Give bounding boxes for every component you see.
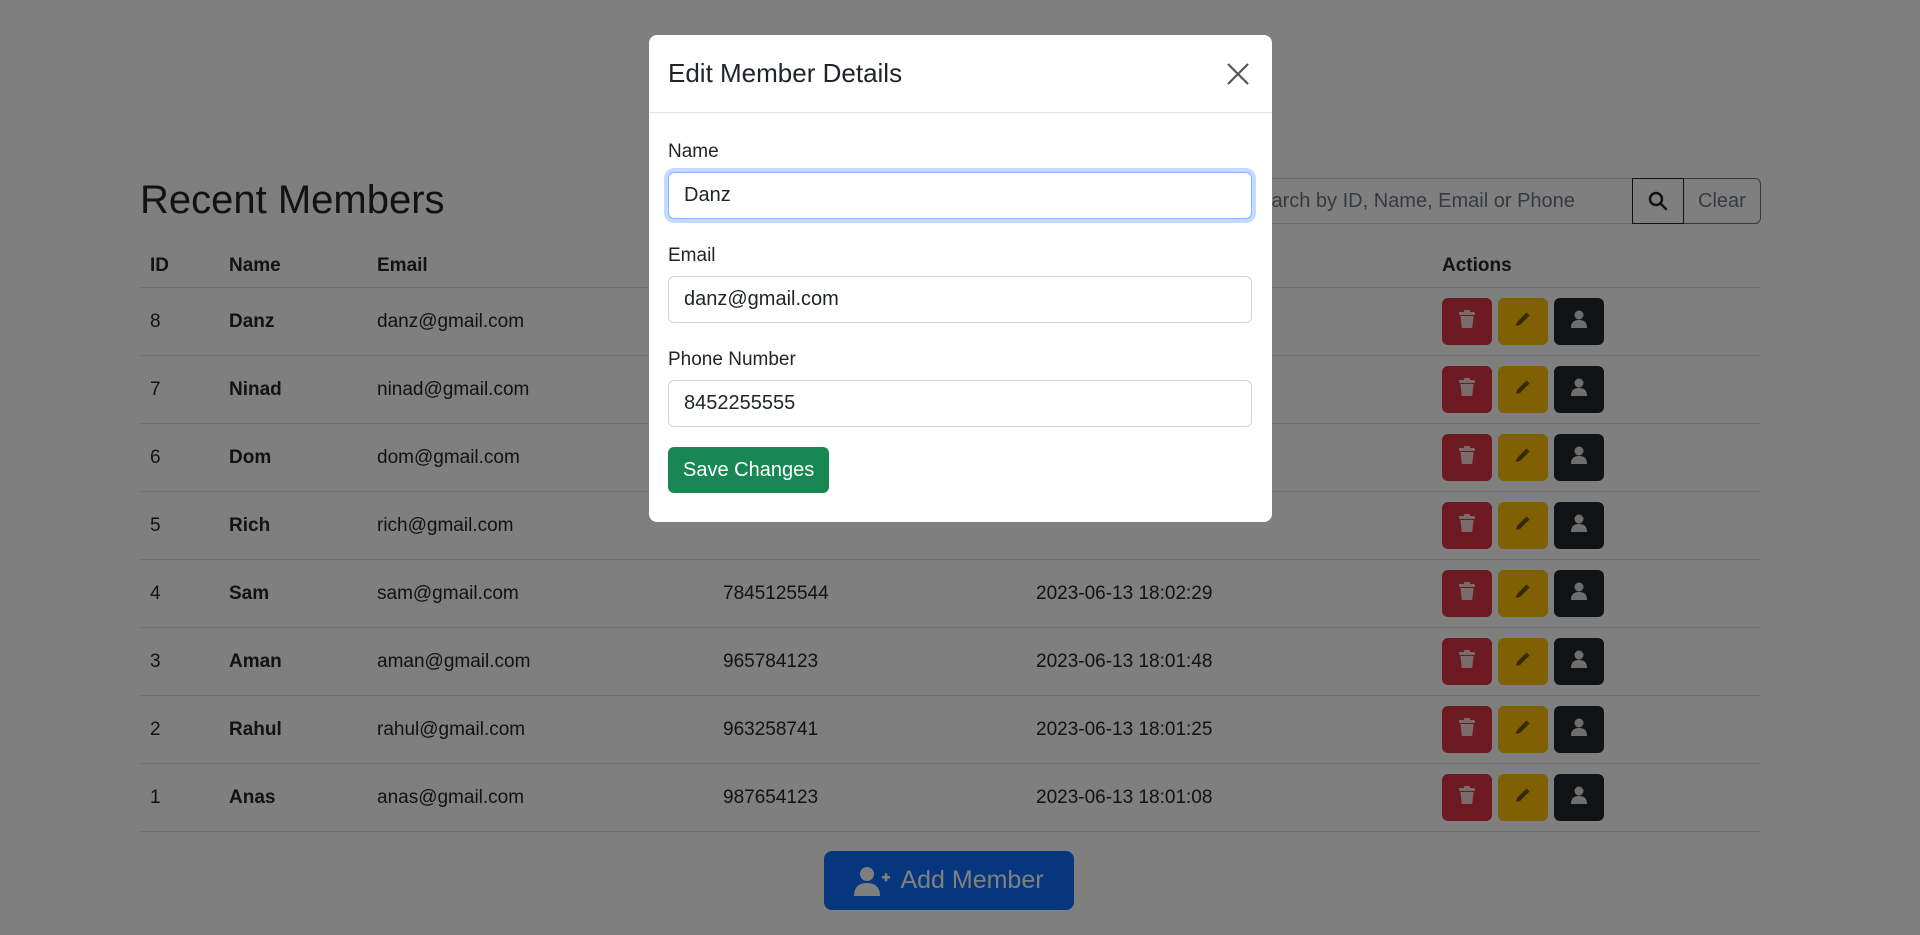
modal-title: Edit Member Details <box>668 58 903 88</box>
name-field[interactable] <box>668 172 1252 219</box>
modal-body: Name Email Phone Number Save Changes <box>649 141 1272 493</box>
email-field[interactable] <box>668 276 1252 323</box>
close-button[interactable] <box>1223 59 1253 89</box>
phone-label: Phone Number <box>668 349 796 370</box>
modal-header: Edit Member Details <box>649 35 1272 113</box>
name-label: Name <box>668 141 719 162</box>
save-changes-button[interactable]: Save Changes <box>668 447 830 493</box>
phone-field[interactable] <box>668 380 1252 427</box>
edit-member-modal: Edit Member Details Name Email Phone Num… <box>649 35 1272 522</box>
email-label: Email <box>668 245 716 266</box>
close-icon <box>1227 62 1249 85</box>
